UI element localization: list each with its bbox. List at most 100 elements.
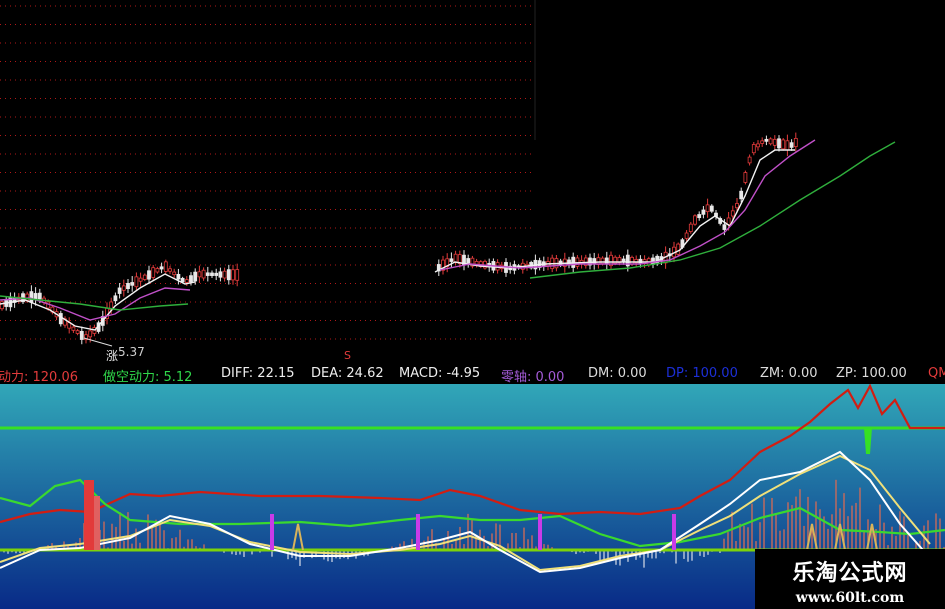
candle-body — [142, 274, 147, 280]
candle-body — [176, 273, 181, 280]
candle-body — [71, 326, 76, 331]
ma-white-line — [434, 149, 795, 273]
candle-body — [197, 271, 202, 278]
macd-readout: MACD: -4.95 — [399, 366, 481, 381]
candle-body — [760, 140, 765, 144]
candle-body — [466, 258, 471, 265]
candle-body — [739, 190, 744, 200]
candle-body — [130, 282, 135, 286]
candle-body — [184, 279, 189, 283]
candle-body — [693, 215, 697, 225]
candle-body — [701, 209, 706, 215]
candle-body — [785, 140, 790, 151]
watermark-title: 乐淘公式网 — [792, 561, 908, 586]
candle-body — [709, 205, 714, 212]
candle-body — [201, 269, 206, 279]
candle-body — [163, 261, 168, 272]
long-power-readout: 动力: 120.06 — [0, 370, 78, 384]
candle-body — [218, 271, 223, 278]
stock-chart-window: 5.37 涨 S 动力: 120.06 做空动力: 5.12 DIFF: 22.… — [0, 0, 945, 609]
candle-body — [747, 156, 752, 164]
candle-body — [630, 256, 634, 265]
candle-body — [743, 172, 748, 183]
candle-body — [730, 210, 735, 217]
candle-body — [117, 287, 122, 294]
candle-body — [751, 144, 756, 154]
candle-body — [449, 258, 454, 262]
candle-body — [222, 270, 227, 279]
zp-readout: ZP: 100.00 — [836, 366, 907, 381]
candle-body — [676, 243, 681, 255]
candle-body — [764, 138, 769, 142]
candle-body — [453, 253, 458, 263]
candle-body — [113, 295, 118, 302]
candle-body — [126, 282, 130, 290]
candle-body — [235, 269, 240, 281]
candle-body — [772, 138, 777, 146]
signal-marker-text: S — [344, 349, 351, 362]
candle-body — [214, 272, 219, 276]
candle-body — [781, 139, 786, 150]
candle-body — [697, 214, 702, 219]
diff-readout: DIFF: 22.15 — [221, 366, 295, 381]
candle-body — [79, 330, 84, 340]
candle-body — [172, 271, 177, 276]
candle-body — [705, 204, 710, 213]
candle-body — [88, 330, 93, 338]
dea-readout: DEA: 24.62 — [311, 366, 384, 381]
dp-readout: DP: 100.00 — [666, 366, 738, 381]
indicator-readout-bar: 动力: 120.06 做空动力: 5.12 DIFF: 22.15 DEA: 2… — [0, 362, 945, 384]
candle-body — [231, 269, 235, 281]
candle-body — [735, 203, 739, 209]
candle-body — [600, 257, 605, 264]
short-power-readout: 做空动力: 5.12 — [103, 370, 193, 384]
magenta-spike — [416, 514, 420, 550]
candle-body — [58, 313, 63, 325]
candle-body — [29, 291, 34, 303]
zero-axis-readout: 零轴: 0.00 — [501, 370, 565, 384]
candle-body — [33, 293, 38, 300]
candle-body — [210, 272, 214, 277]
candle-body — [193, 271, 198, 282]
candle-body — [756, 143, 760, 148]
candle-body — [159, 266, 164, 270]
candle-body — [621, 258, 626, 262]
candle-body — [789, 142, 794, 148]
candle-body — [147, 270, 151, 280]
trailing-readout: QM — [928, 366, 945, 381]
candle-body — [205, 272, 210, 276]
magenta-spike — [270, 514, 274, 550]
candlestick-pane[interactable]: 5.37 涨 S — [0, 0, 945, 362]
low-pointer-line — [83, 337, 113, 347]
magenta-spike — [538, 514, 542, 550]
candle-body — [121, 285, 126, 291]
watermark-url: www.60lt.com — [795, 590, 905, 606]
candle-body — [155, 268, 160, 273]
candle-body — [180, 277, 185, 283]
candle-body — [168, 268, 172, 272]
magenta-spike — [672, 514, 676, 550]
zm-readout: ZM: 0.00 — [760, 366, 818, 381]
ma-purple-line — [0, 287, 191, 321]
low-marker-text: 涨 — [106, 348, 118, 362]
candle-body — [189, 275, 193, 283]
red-spike — [84, 480, 94, 550]
candle-body — [0, 301, 4, 310]
dm-readout: DM: 0.00 — [588, 366, 647, 381]
candle-body — [793, 138, 798, 148]
candle-body — [684, 232, 689, 239]
candle-body — [777, 138, 781, 149]
candle-body — [37, 292, 42, 300]
site-watermark: 乐淘公式网 www.60lt.com — [755, 549, 945, 609]
red-spike — [94, 496, 100, 550]
candle-body — [722, 224, 727, 230]
candle-body — [226, 269, 231, 281]
candle-body — [592, 258, 597, 265]
candle-body — [651, 257, 655, 265]
low-price-label: 5.37 — [118, 345, 145, 359]
price-candles — [0, 132, 798, 345]
candle-body — [138, 277, 143, 282]
candle-body — [768, 138, 773, 145]
candle-body — [151, 267, 156, 278]
candle-body — [688, 223, 693, 232]
